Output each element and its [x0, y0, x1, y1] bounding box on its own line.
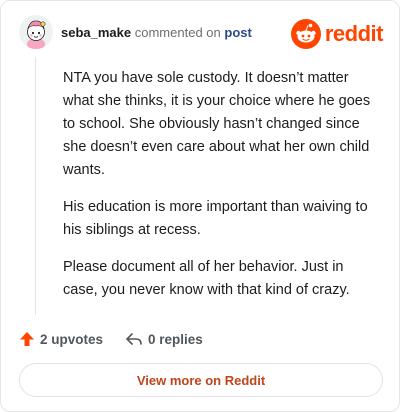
upvote-count: 2 upvotes [40, 331, 104, 347]
username-link[interactable]: seba_make [61, 25, 131, 40]
reply-count: 0 replies [148, 331, 203, 347]
reply-arrow-icon [126, 333, 142, 345]
upvote-arrow-icon [20, 332, 34, 346]
view-more-label: View more on Reddit [136, 372, 266, 388]
thread-line [35, 57, 36, 315]
comment-paragraph: His education is more important than wai… [63, 199, 368, 238]
comment-paragraph: NTA you have sole custody. It doesn’t ma… [63, 70, 371, 178]
replies-button[interactable]: 0 replies [125, 331, 203, 347]
reddit-wordmark: reddit [324, 21, 384, 46]
avatar[interactable] [19, 15, 53, 49]
comment-body: NTA you have sole custody. It doesn’t ma… [63, 67, 381, 316]
reddit-snoo-icon [290, 19, 321, 49]
comment-header: seba_make commented on post [61, 24, 252, 42]
reddit-logo[interactable]: reddit [290, 19, 384, 49]
post-link[interactable]: post [224, 25, 251, 40]
comment-actions: 2 upvotes 0 replies [19, 331, 203, 347]
view-more-on-reddit-button[interactable]: View more on Reddit [19, 363, 383, 397]
upvote-button[interactable]: 2 upvotes [19, 331, 103, 347]
commented-on-text: commented on [134, 25, 221, 40]
comment-paragraph: Please document all of her behavior. Jus… [63, 259, 350, 298]
user-avatar-icon [19, 15, 53, 49]
comment-embed-card: seba_make commented on post reddit NTA y… [0, 0, 400, 412]
